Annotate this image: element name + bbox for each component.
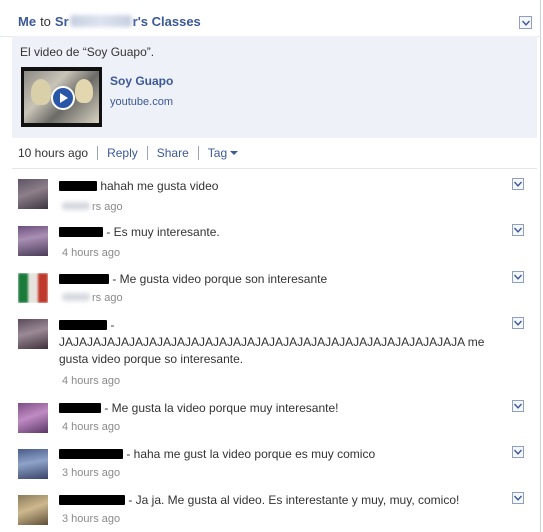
comment-text: - Me gusta la video porque muy interesan… [59,400,509,417]
comment-timestamp[interactable]: 4 hours ago [62,375,120,387]
comment-menu-chevron-icon[interactable] [512,271,524,283]
avatar[interactable] [18,226,48,256]
post-timestamp[interactable]: 10 hours ago [18,146,88,160]
obscured-name [69,15,132,27]
redacted-name[interactable] [59,403,101,413]
post-message: El video de “Soy Guapo”. [20,45,155,59]
comment-menu-chevron-icon[interactable] [512,446,524,458]
separator [197,146,199,160]
redacted-name[interactable] [59,320,107,330]
comment-menu-chevron-icon[interactable] [512,492,524,504]
play-icon[interactable] [51,86,75,110]
redacted-name[interactable] [59,495,125,505]
comment-text: - haha me gust la video porque es muy co… [59,446,509,463]
author-link[interactable]: Me [18,14,36,29]
divider [12,168,537,169]
story-menu-chevron-icon[interactable] [519,16,532,29]
comment-timestamp[interactable]: 3 hours ago [62,513,120,525]
comment-menu-chevron-icon[interactable] [512,224,524,236]
separator [146,146,148,160]
post-attachment: El video de “Soy Guapo”. Soy Guapo youtu… [12,36,537,138]
video-thumbnail[interactable] [21,67,102,127]
comment-timestamp[interactable]: 3 hours ago [62,467,120,479]
avatar[interactable] [18,495,48,525]
comment-timestamp[interactable]: rs ago [62,201,123,213]
avatar[interactable] [18,273,48,303]
comment-text: - Me gusta video porque son interesante [59,271,509,288]
to-word: to [40,14,51,29]
group-link[interactable]: Sr r's Classes [55,14,201,29]
redacted-name[interactable] [59,227,103,237]
comment-menu-chevron-icon[interactable] [512,400,524,412]
comment-menu-chevron-icon[interactable] [512,317,524,329]
feed-story: Me to Sr r's Classes El video de “Soy Guapo… [0,0,541,532]
comment-menu-chevron-icon[interactable] [512,178,524,190]
tag-link[interactable]: Tag [208,146,239,160]
post-actions: 10 hours ago Reply Share Tag [18,145,239,161]
video-title-link[interactable]: Soy Guapo [110,74,173,88]
share-link[interactable]: Share [157,146,189,160]
story-header: Me to Sr r's Classes [0,0,541,37]
avatar[interactable] [18,403,48,433]
comment-text: - Ja ja. Me gusta al video. Es interesta… [59,492,509,509]
comment-timestamp[interactable]: rs ago [62,292,123,304]
comment-text: - JAJAJAJAJAJAJAJAJAJAJAJAJAJAJAJAJAJAJAJ… [59,318,485,366]
avatar[interactable] [18,449,48,479]
redacted-name[interactable] [59,181,97,191]
comment-text: hahah me gusta video [59,178,509,195]
comment-timestamp[interactable]: 4 hours ago [62,421,120,433]
reply-link[interactable]: Reply [107,146,138,160]
separator [97,146,99,160]
comment-timestamp[interactable]: 4 hours ago [62,247,120,259]
video-source-link[interactable]: youtube.com [110,96,173,108]
avatar[interactable] [18,179,48,209]
comment-text: - Es muy interesante. [59,224,509,241]
redacted-name[interactable] [59,274,109,284]
avatar[interactable] [18,319,48,349]
story-title: Me to Sr r's Classes [18,14,201,29]
redacted-name[interactable] [59,449,123,459]
chevron-down-icon [230,151,239,155]
